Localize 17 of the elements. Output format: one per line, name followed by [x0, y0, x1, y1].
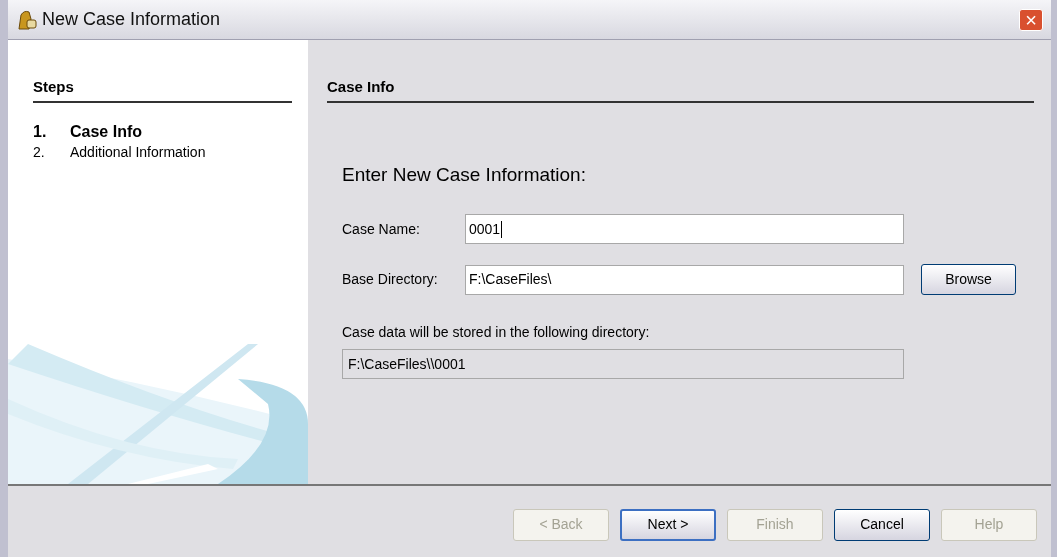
- close-button[interactable]: ×: [1019, 8, 1043, 31]
- output-label: Case data will be stored in the following directory:: [342, 323, 650, 342]
- text-field[interactable]: 0001: [465, 214, 904, 244]
- field-label: Base Directory:: [342, 270, 439, 289]
- app-icon: [16, 8, 38, 31]
- browse-button[interactable]: Browse: [921, 264, 1016, 295]
- step-item[interactable]: 1. Case Info: [33, 120, 142, 142]
- dialog-button[interactable]: Cancel: [834, 508, 930, 541]
- section-heading: Case Info: [327, 77, 395, 97]
- output-field: F:\CaseFiles\\0001: [342, 349, 904, 379]
- text-field[interactable]: F:\CaseFiles\: [465, 264, 904, 295]
- field-label: Case Name:: [342, 219, 421, 239]
- window-title: New Case Information: [42, 8, 221, 31]
- section-heading: Steps: [33, 77, 74, 97]
- step-item[interactable]: 2. Additional Information: [33, 141, 206, 163]
- form-title: Enter New Case Information:: [342, 162, 586, 187]
- dialog-button[interactable]: Next >: [620, 508, 716, 541]
